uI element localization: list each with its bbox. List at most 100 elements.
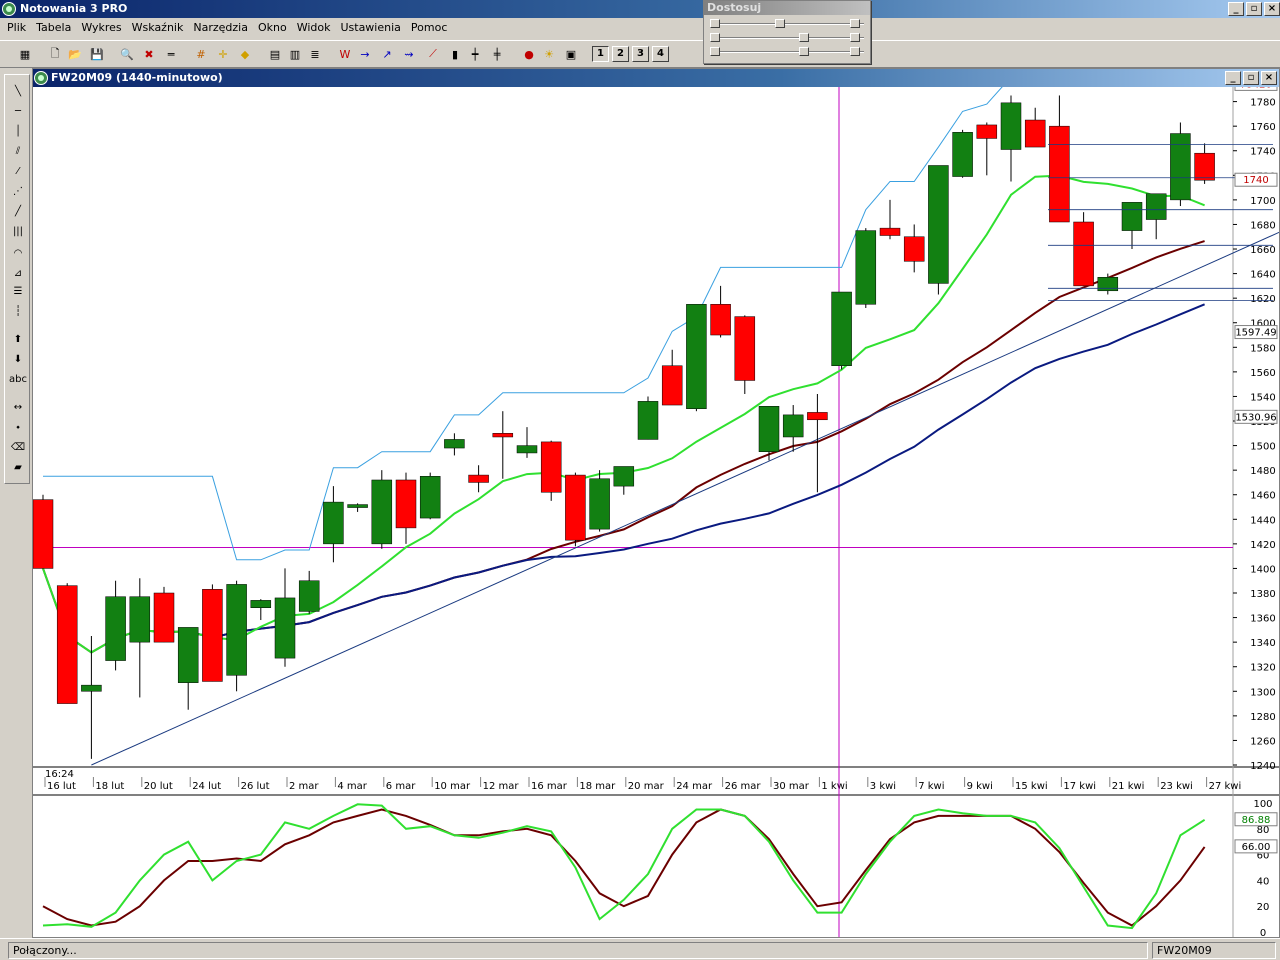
candle-body [33, 499, 54, 569]
oscillator-tag-label: 86.88 [1242, 815, 1271, 826]
candle-body [1097, 277, 1119, 292]
chart-layout-2-button[interactable]: 2 [612, 46, 629, 62]
fib-time-icon[interactable]: ┆ [8, 303, 28, 319]
ruler-icon[interactable]: ═ [162, 45, 180, 63]
chart-maximize-button[interactable]: ▫ [1243, 71, 1259, 85]
price-tick-label: 1340 [1250, 638, 1275, 649]
grid-icon[interactable]: ▦ [16, 45, 34, 63]
arc-icon[interactable]: ◠ [8, 245, 28, 261]
gann-fan-icon[interactable]: ⊿ [8, 265, 28, 281]
candle-body [928, 165, 949, 284]
line-icon[interactable]: ╲ [8, 83, 28, 99]
arrow-up-right-icon[interactable]: ↗ [378, 45, 396, 63]
text-icon[interactable]: abc [8, 371, 28, 387]
menu-ustawienia[interactable]: Ustawienia [335, 18, 405, 38]
point-icon[interactable]: ⬩ [8, 419, 28, 435]
parallel-lines-icon[interactable]: ⫽ [8, 143, 28, 159]
candle-body [274, 597, 296, 659]
multi-vertical-icon[interactable]: ||| [8, 223, 28, 239]
close-button[interactable]: × [1264, 2, 1280, 16]
candle-body [1145, 193, 1167, 220]
menu-widok[interactable]: Widok [292, 18, 336, 38]
time-tick-label: 7 kwi [918, 781, 944, 792]
chart-layout-3-button[interactable]: 3 [632, 46, 649, 62]
eraser-icon[interactable]: ⌫ [8, 439, 28, 455]
time-tick-label: 2 mar [289, 781, 319, 792]
connection-status: Połączony... [8, 942, 1148, 959]
drawing-tools-panel: ╲ ─ │ ⫽ ⁄ ⋰ ╱ ||| ◠ ⊿ ☰ ┆ ⬆ ⬇ abc ↔ ⬩ ⌫ ▰ [4, 74, 30, 484]
candle-body [710, 304, 731, 336]
table-icon[interactable]: ▤ [266, 45, 284, 63]
price-tick-label: 1660 [1250, 245, 1275, 256]
candle-body [153, 592, 175, 643]
menu-wykres[interactable]: Wykres [76, 18, 126, 38]
highlight-icon[interactable]: ◆ [236, 45, 254, 63]
resize-icon[interactable]: ↔ [8, 399, 28, 415]
sheet-icon[interactable]: ▥ [286, 45, 304, 63]
dostosuj-panel: Dostosuj [703, 0, 871, 64]
crosshair-icon[interactable]: ✛ [214, 45, 232, 63]
price-chart[interactable]: 1240 1260 1280 1300 1320 1340 1360 1380 1400 1420… [33, 87, 1279, 937]
list-icon[interactable]: ≣ [306, 45, 324, 63]
save-icon[interactable]: 💾 [88, 45, 106, 63]
fan-icon[interactable]: ⋰ [8, 183, 28, 199]
channel-icon[interactable]: ⁄ [8, 163, 28, 179]
minimize-button[interactable]: _ [1228, 2, 1244, 16]
candle-body [565, 474, 586, 541]
time-tick-label: 4 mar [337, 781, 367, 792]
chart-layout-4-button[interactable]: 4 [652, 46, 669, 62]
traffic-light-icon[interactable]: ● [520, 45, 538, 63]
menu-wskaźnik[interactable]: Wskaźnik [127, 18, 189, 38]
price-tick-label: 1420 [1250, 540, 1275, 551]
oscillator-tick-label: 80 [1257, 825, 1270, 836]
adjust-slider-2[interactable] [710, 33, 864, 43]
image-icon[interactable]: ▣ [562, 45, 580, 63]
price-tick-label: 1380 [1250, 589, 1275, 600]
candle-body [1049, 125, 1070, 223]
wl-icon[interactable]: W [336, 45, 354, 63]
ohlc-icon[interactable]: ┿ [466, 45, 484, 63]
fibonacci-icon[interactable]: ☰ [8, 283, 28, 299]
eraser-all-icon[interactable]: ▰ [8, 459, 28, 475]
arrow-up-icon[interactable]: ⬆ [8, 331, 28, 347]
time-tick-label: 16 lut [47, 781, 76, 792]
price-tick-label: 1260 [1250, 736, 1275, 747]
vertical-line-icon[interactable]: │ [8, 123, 28, 139]
price-tag-label: 1530.96 [1235, 412, 1276, 423]
adjust-slider-1[interactable] [710, 19, 864, 29]
chart-layout-1-button[interactable]: 1 [592, 46, 609, 62]
bulb-icon[interactable]: ☀ [540, 45, 558, 63]
open-folder-icon[interactable]: 📂 [66, 45, 84, 63]
price-tick-label: 1460 [1250, 491, 1275, 502]
chart-logo-icon [34, 71, 48, 85]
menu-tabela[interactable]: Tabela [31, 18, 76, 38]
menu-narzędzia[interactable]: Narzędzia [188, 18, 253, 38]
horizontal-line-icon[interactable]: ─ [8, 103, 28, 119]
price-tag-label: 1740 [1243, 175, 1268, 186]
arrow-down-icon[interactable]: ⬇ [8, 351, 28, 367]
menu-plik[interactable]: Plik [2, 18, 31, 38]
number-icon[interactable]: # [192, 45, 210, 63]
candle-body [56, 585, 78, 704]
candle-body [589, 478, 610, 530]
candle-body [1000, 102, 1022, 150]
chart-minimize-button[interactable]: _ [1225, 71, 1241, 85]
candle-body [1073, 221, 1094, 287]
chart-close-button[interactable]: × [1261, 71, 1277, 85]
candle-body [831, 291, 852, 366]
adjust-slider-3[interactable] [710, 47, 864, 57]
candle-body [855, 230, 877, 305]
menu-okno[interactable]: Okno [253, 18, 292, 38]
arrow-zigzag-icon[interactable]: ⇝ [400, 45, 418, 63]
maximize-button[interactable]: ▫ [1246, 2, 1262, 16]
menu-pomoc[interactable]: Pomoc [406, 18, 452, 38]
zoom-icon[interactable]: 🔍 [118, 45, 136, 63]
price-tick-label: 1400 [1250, 564, 1275, 575]
arrow-right-icon[interactable]: → [356, 45, 374, 63]
delete-chart-icon[interactable]: ✖ [140, 45, 158, 63]
line-chart-icon[interactable]: ⟋ [424, 45, 442, 63]
candle-icon[interactable]: ╪ [488, 45, 506, 63]
new-file-icon[interactable]: 🗋 [46, 45, 64, 63]
ray-icon[interactable]: ╱ [8, 203, 28, 219]
bar-chart-icon[interactable]: ▮ [446, 45, 464, 63]
